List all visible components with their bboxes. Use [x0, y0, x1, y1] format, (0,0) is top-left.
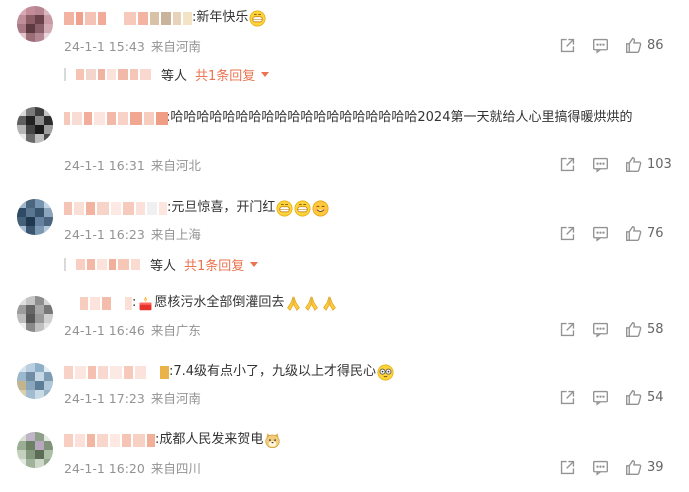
share-icon	[560, 322, 575, 336]
thumbs-up-icon	[626, 321, 642, 337]
thumbs-up-icon	[626, 459, 642, 475]
share-icon	[560, 226, 575, 240]
comment-time: 24-1-1 16:46	[64, 323, 145, 338]
share-icon	[560, 38, 575, 52]
comment-button[interactable]	[592, 387, 609, 407]
pray-emoji-icon	[287, 296, 301, 311]
share-button[interactable]	[559, 387, 576, 407]
avatar[interactable]	[17, 199, 53, 235]
chevron-down-icon[interactable]	[261, 71, 270, 77]
comment-item: :元旦惊喜，开门红 24-1-1 16:23 来自上海 76 等人 共1条回复	[0, 190, 689, 290]
comment-item: : 愿核污水全部倒灌回去 24-1-1 16:46 来自广东 58	[0, 286, 689, 352]
reply-divider	[64, 257, 66, 271]
reply-count-link[interactable]: 共1条回复	[195, 65, 255, 84]
smile-emoji-icon	[312, 200, 329, 216]
comment-icon	[593, 38, 608, 54]
username[interactable]	[64, 295, 132, 311]
comment-time: 24-1-1 16:31	[64, 158, 145, 173]
comment-location: 来自河南	[150, 39, 201, 54]
comment-button[interactable]	[592, 223, 609, 243]
reply-deng: 等人	[161, 68, 188, 84]
like-button[interactable]: 76	[625, 223, 664, 243]
comment-location: 来自四川	[150, 461, 201, 476]
username[interactable]	[64, 432, 155, 448]
reply-username[interactable]	[76, 68, 151, 80]
comment-location: 来自上海	[150, 227, 201, 242]
reply-divider	[64, 67, 66, 81]
thumbs-up-icon	[626, 225, 642, 241]
reply-username[interactable]	[76, 258, 140, 270]
comment-time: 24-1-1 16:23	[64, 227, 145, 242]
comment-item: :7.4级有点小了，九级以上才得民心 24-1-1 17:23 来自河南 54	[0, 352, 689, 420]
avatar[interactable]	[17, 363, 53, 399]
comment-button[interactable]	[592, 457, 609, 477]
comment-item: :哈哈哈哈哈哈哈哈哈哈哈哈哈哈哈哈哈哈哈2024第一天就给人心里搞得暖烘烘的 2…	[0, 96, 689, 191]
share-button[interactable]	[559, 319, 576, 339]
reply-summary[interactable]: 等人 共1条回复	[64, 64, 270, 84]
reply-deng: 等人	[150, 258, 177, 274]
doge-emoji-icon	[265, 432, 280, 448]
comment-text: :新年快乐	[192, 10, 249, 25]
comment-time: 24-1-1 16:20	[64, 461, 145, 476]
avatar[interactable]	[17, 107, 53, 143]
avatar[interactable]	[17, 432, 53, 468]
like-button[interactable]: 39	[625, 457, 664, 477]
like-button[interactable]: 58	[625, 319, 664, 339]
like-button[interactable]: 103	[625, 154, 672, 174]
share-button[interactable]	[559, 457, 576, 477]
comment-button[interactable]	[592, 35, 609, 55]
candle-emoji-icon	[139, 296, 152, 310]
username[interactable]	[64, 10, 192, 26]
username[interactable]	[64, 110, 168, 126]
comment-icon	[593, 226, 608, 242]
grin-emoji-icon	[294, 200, 311, 216]
avatar[interactable]	[17, 6, 53, 42]
comment-icon	[593, 157, 608, 173]
pray-emoji-icon	[323, 296, 337, 311]
eyeglasses-emoji-icon	[377, 364, 394, 380]
share-icon	[560, 157, 575, 171]
comment-button[interactable]	[592, 319, 609, 339]
comment-button[interactable]	[592, 154, 609, 174]
comment-text: :7.4级有点小了，九级以上才得民心	[169, 364, 377, 379]
thumbs-up-icon	[626, 37, 642, 53]
comment-time: 24-1-1 15:43	[64, 39, 145, 54]
like-button[interactable]: 86	[625, 35, 664, 55]
share-icon	[560, 460, 575, 474]
comment-location: 来自河北	[150, 158, 201, 173]
grin-emoji-icon	[249, 10, 266, 26]
reply-summary[interactable]: 等人 共1条回复	[64, 254, 259, 274]
chevron-down-icon[interactable]	[250, 261, 259, 267]
avatar[interactable]	[17, 296, 53, 332]
comment-text-prefix: :	[132, 295, 137, 310]
thumbs-up-icon	[626, 389, 642, 405]
comment-item: :成都人民发来贺电 24-1-1 16:20 来自四川 39	[0, 420, 689, 492]
share-button[interactable]	[559, 223, 576, 243]
like-count: 76	[647, 225, 664, 241]
comment-icon	[593, 460, 608, 476]
comment-location: 来自河南	[150, 391, 201, 406]
username[interactable]	[64, 364, 169, 380]
username[interactable]	[64, 200, 167, 216]
comment-text: 愿核污水全部倒灌回去	[154, 295, 285, 310]
pray-emoji-icon	[305, 296, 319, 311]
reply-count-link[interactable]: 共1条回复	[184, 255, 244, 274]
like-count: 54	[647, 389, 664, 405]
share-button[interactable]	[559, 154, 576, 174]
comment-location: 来自广东	[150, 323, 201, 338]
comment-icon	[593, 390, 608, 406]
share-icon	[560, 390, 575, 404]
like-button[interactable]: 54	[625, 387, 664, 407]
like-count: 86	[647, 37, 664, 53]
like-count: 39	[647, 459, 664, 475]
comment-time: 24-1-1 17:23	[64, 391, 145, 406]
like-count: 103	[647, 156, 672, 172]
comment-text: :元旦惊喜，开门红	[167, 200, 276, 215]
thumbs-up-icon	[626, 156, 642, 172]
like-count: 58	[647, 321, 664, 337]
grin-emoji-icon	[276, 200, 293, 216]
share-button[interactable]	[559, 35, 576, 55]
comment-text: :成都人民发来贺电	[155, 432, 264, 447]
comment-icon	[593, 322, 608, 338]
